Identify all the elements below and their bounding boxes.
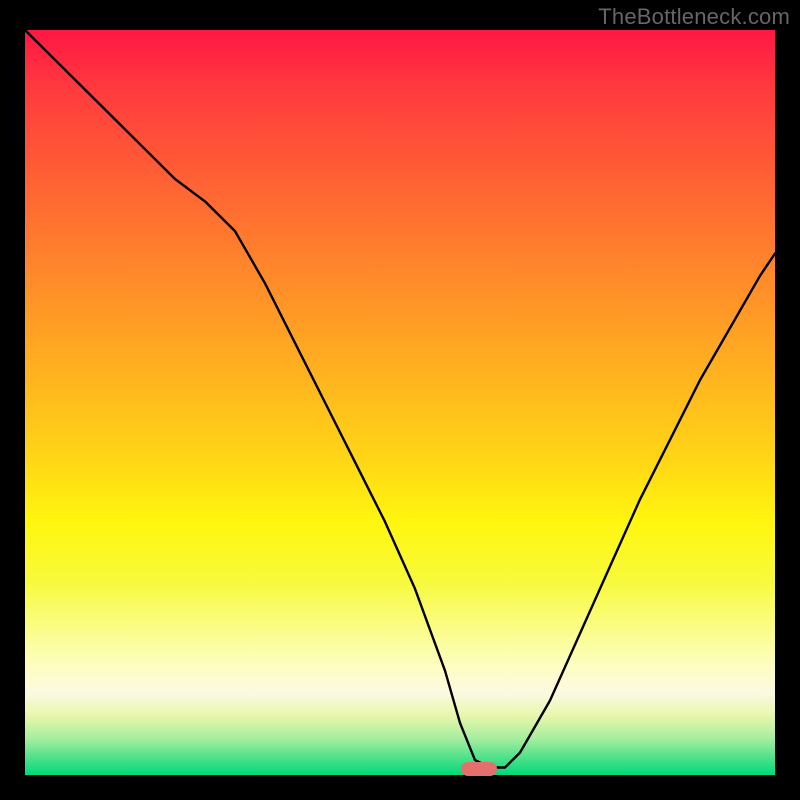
chart-container: TheBottleneck.com — [0, 0, 800, 800]
curve-svg — [25, 30, 775, 775]
plot-area — [25, 30, 775, 775]
optimal-point-marker — [461, 762, 497, 776]
watermark-text: TheBottleneck.com — [598, 4, 790, 30]
bottleneck-curve — [25, 30, 775, 768]
